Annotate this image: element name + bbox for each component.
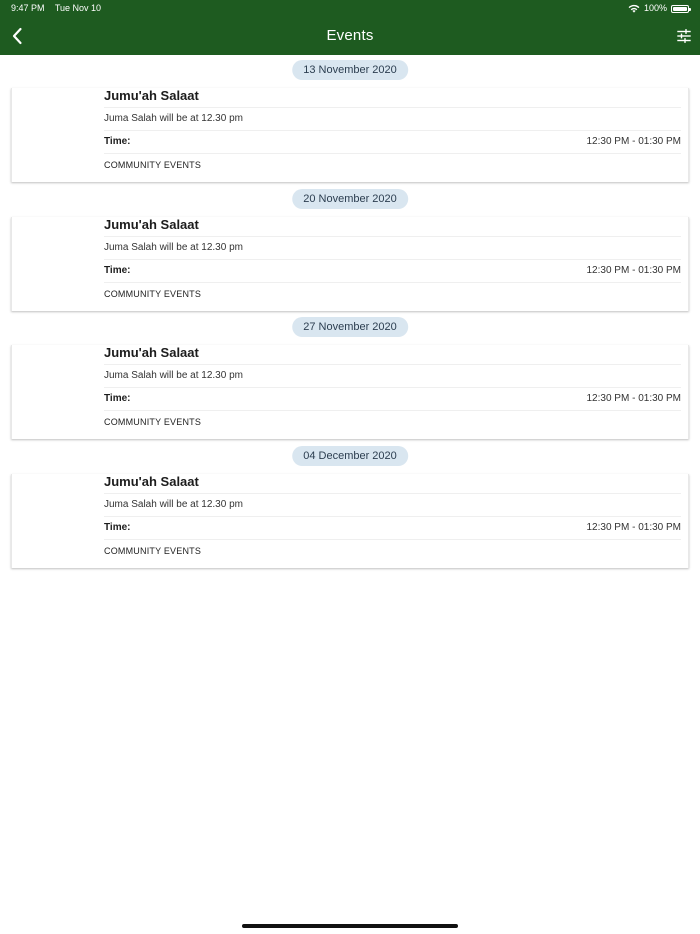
event-category-row: COMMUNITY EVENTS bbox=[104, 153, 681, 176]
event-title: Jumu'ah Salaat bbox=[104, 88, 199, 103]
date-header: 20 November 2020 bbox=[292, 188, 408, 209]
event-group: 27 November 2020 Jumu'ah Salaat Juma Sal… bbox=[0, 312, 700, 441]
event-card[interactable]: Jumu'ah Salaat Juma Salah will be at 12.… bbox=[11, 88, 689, 182]
app-header: 9:47 PM Tue Nov 10 100% Events bbox=[0, 0, 700, 55]
event-time-label: Time: bbox=[104, 393, 131, 404]
event-description-row: Juma Salah will be at 12.30 pm bbox=[104, 107, 681, 130]
events-list: 13 November 2020 Jumu'ah Salaat Juma Sal… bbox=[0, 55, 700, 569]
event-time-label: Time: bbox=[104, 521, 131, 533]
battery-percent: 100% bbox=[643, 3, 667, 13]
nav-bar: Events bbox=[0, 17, 700, 55]
event-description: Juma Salah will be at 12.30 pm bbox=[104, 113, 243, 124]
sliders-icon bbox=[677, 29, 691, 43]
event-category-row: COMMUNITY EVENTS bbox=[104, 410, 681, 433]
event-time-row: Time: 12:30 PM - 01:30 PM bbox=[104, 258, 682, 282]
event-category-row: COMMUNITY EVENTS bbox=[104, 281, 681, 305]
event-time-row: Time: 12:30 PM - 01:30 PM bbox=[104, 130, 681, 153]
home-indicator[interactable] bbox=[242, 924, 458, 928]
event-description-row: Juma Salah will be at 12.30 pm bbox=[104, 364, 681, 387]
status-time: 9:47 PM bbox=[11, 3, 45, 13]
event-time-value: 12:30 PM - 01:30 PM bbox=[586, 136, 682, 147]
event-category-row: COMMUNITY EVENTS bbox=[104, 538, 681, 562]
event-category: COMMUNITY EVENTS bbox=[104, 288, 202, 299]
event-title: Jumu'ah Salaat bbox=[104, 345, 199, 360]
filter-button[interactable] bbox=[676, 25, 692, 47]
status-date: Tue Nov 10 bbox=[54, 3, 102, 13]
event-time-value: 12:30 PM - 01:30 PM bbox=[586, 393, 682, 404]
date-header: 27 November 2020 bbox=[292, 317, 408, 337]
event-card[interactable]: Jumu'ah Salaat Juma Salah will be at 12.… bbox=[11, 216, 689, 311]
event-time-row: Time: 12:30 PM - 01:30 PM bbox=[104, 387, 681, 410]
event-time-value: 12:30 PM - 01:30 PM bbox=[586, 264, 682, 276]
event-group: 20 November 2020 Jumu'ah Salaat Juma Sal… bbox=[0, 184, 700, 313]
battery-icon bbox=[671, 4, 691, 13]
event-card[interactable]: Jumu'ah Salaat Juma Salah will be at 12.… bbox=[11, 345, 689, 439]
event-title: Jumu'ah Salaat bbox=[104, 216, 199, 232]
event-time-row: Time: 12:30 PM - 01:30 PM bbox=[104, 515, 682, 539]
date-header: 13 November 2020 bbox=[292, 60, 408, 80]
event-category: COMMUNITY EVENTS bbox=[104, 160, 202, 170]
event-time-value: 12:30 PM - 01:30 PM bbox=[586, 521, 682, 533]
event-time-label: Time: bbox=[104, 264, 131, 276]
event-description: Juma Salah will be at 12.30 pm bbox=[104, 370, 243, 381]
event-category: COMMUNITY EVENTS bbox=[104, 545, 202, 556]
status-bar: 9:47 PM Tue Nov 10 100% bbox=[0, 0, 700, 17]
event-category: COMMUNITY EVENTS bbox=[104, 417, 202, 427]
event-time-label: Time: bbox=[104, 136, 131, 147]
event-title: Jumu'ah Salaat bbox=[104, 473, 199, 489]
event-description-row: Juma Salah will be at 12.30 pm bbox=[104, 235, 681, 259]
event-description: Juma Salah will be at 12.30 pm bbox=[104, 498, 243, 510]
event-card[interactable]: Jumu'ah Salaat Juma Salah will be at 12.… bbox=[11, 473, 689, 568]
date-header: 04 December 2020 bbox=[292, 445, 408, 466]
event-group: 13 November 2020 Jumu'ah Salaat Juma Sal… bbox=[0, 55, 700, 184]
wifi-icon bbox=[628, 4, 640, 13]
event-description: Juma Salah will be at 12.30 pm bbox=[104, 241, 243, 253]
page-title: Events bbox=[326, 27, 374, 44]
event-group: 04 December 2020 Jumu'ah Salaat Juma Sal… bbox=[0, 441, 700, 570]
event-description-row: Juma Salah will be at 12.30 pm bbox=[104, 492, 681, 516]
